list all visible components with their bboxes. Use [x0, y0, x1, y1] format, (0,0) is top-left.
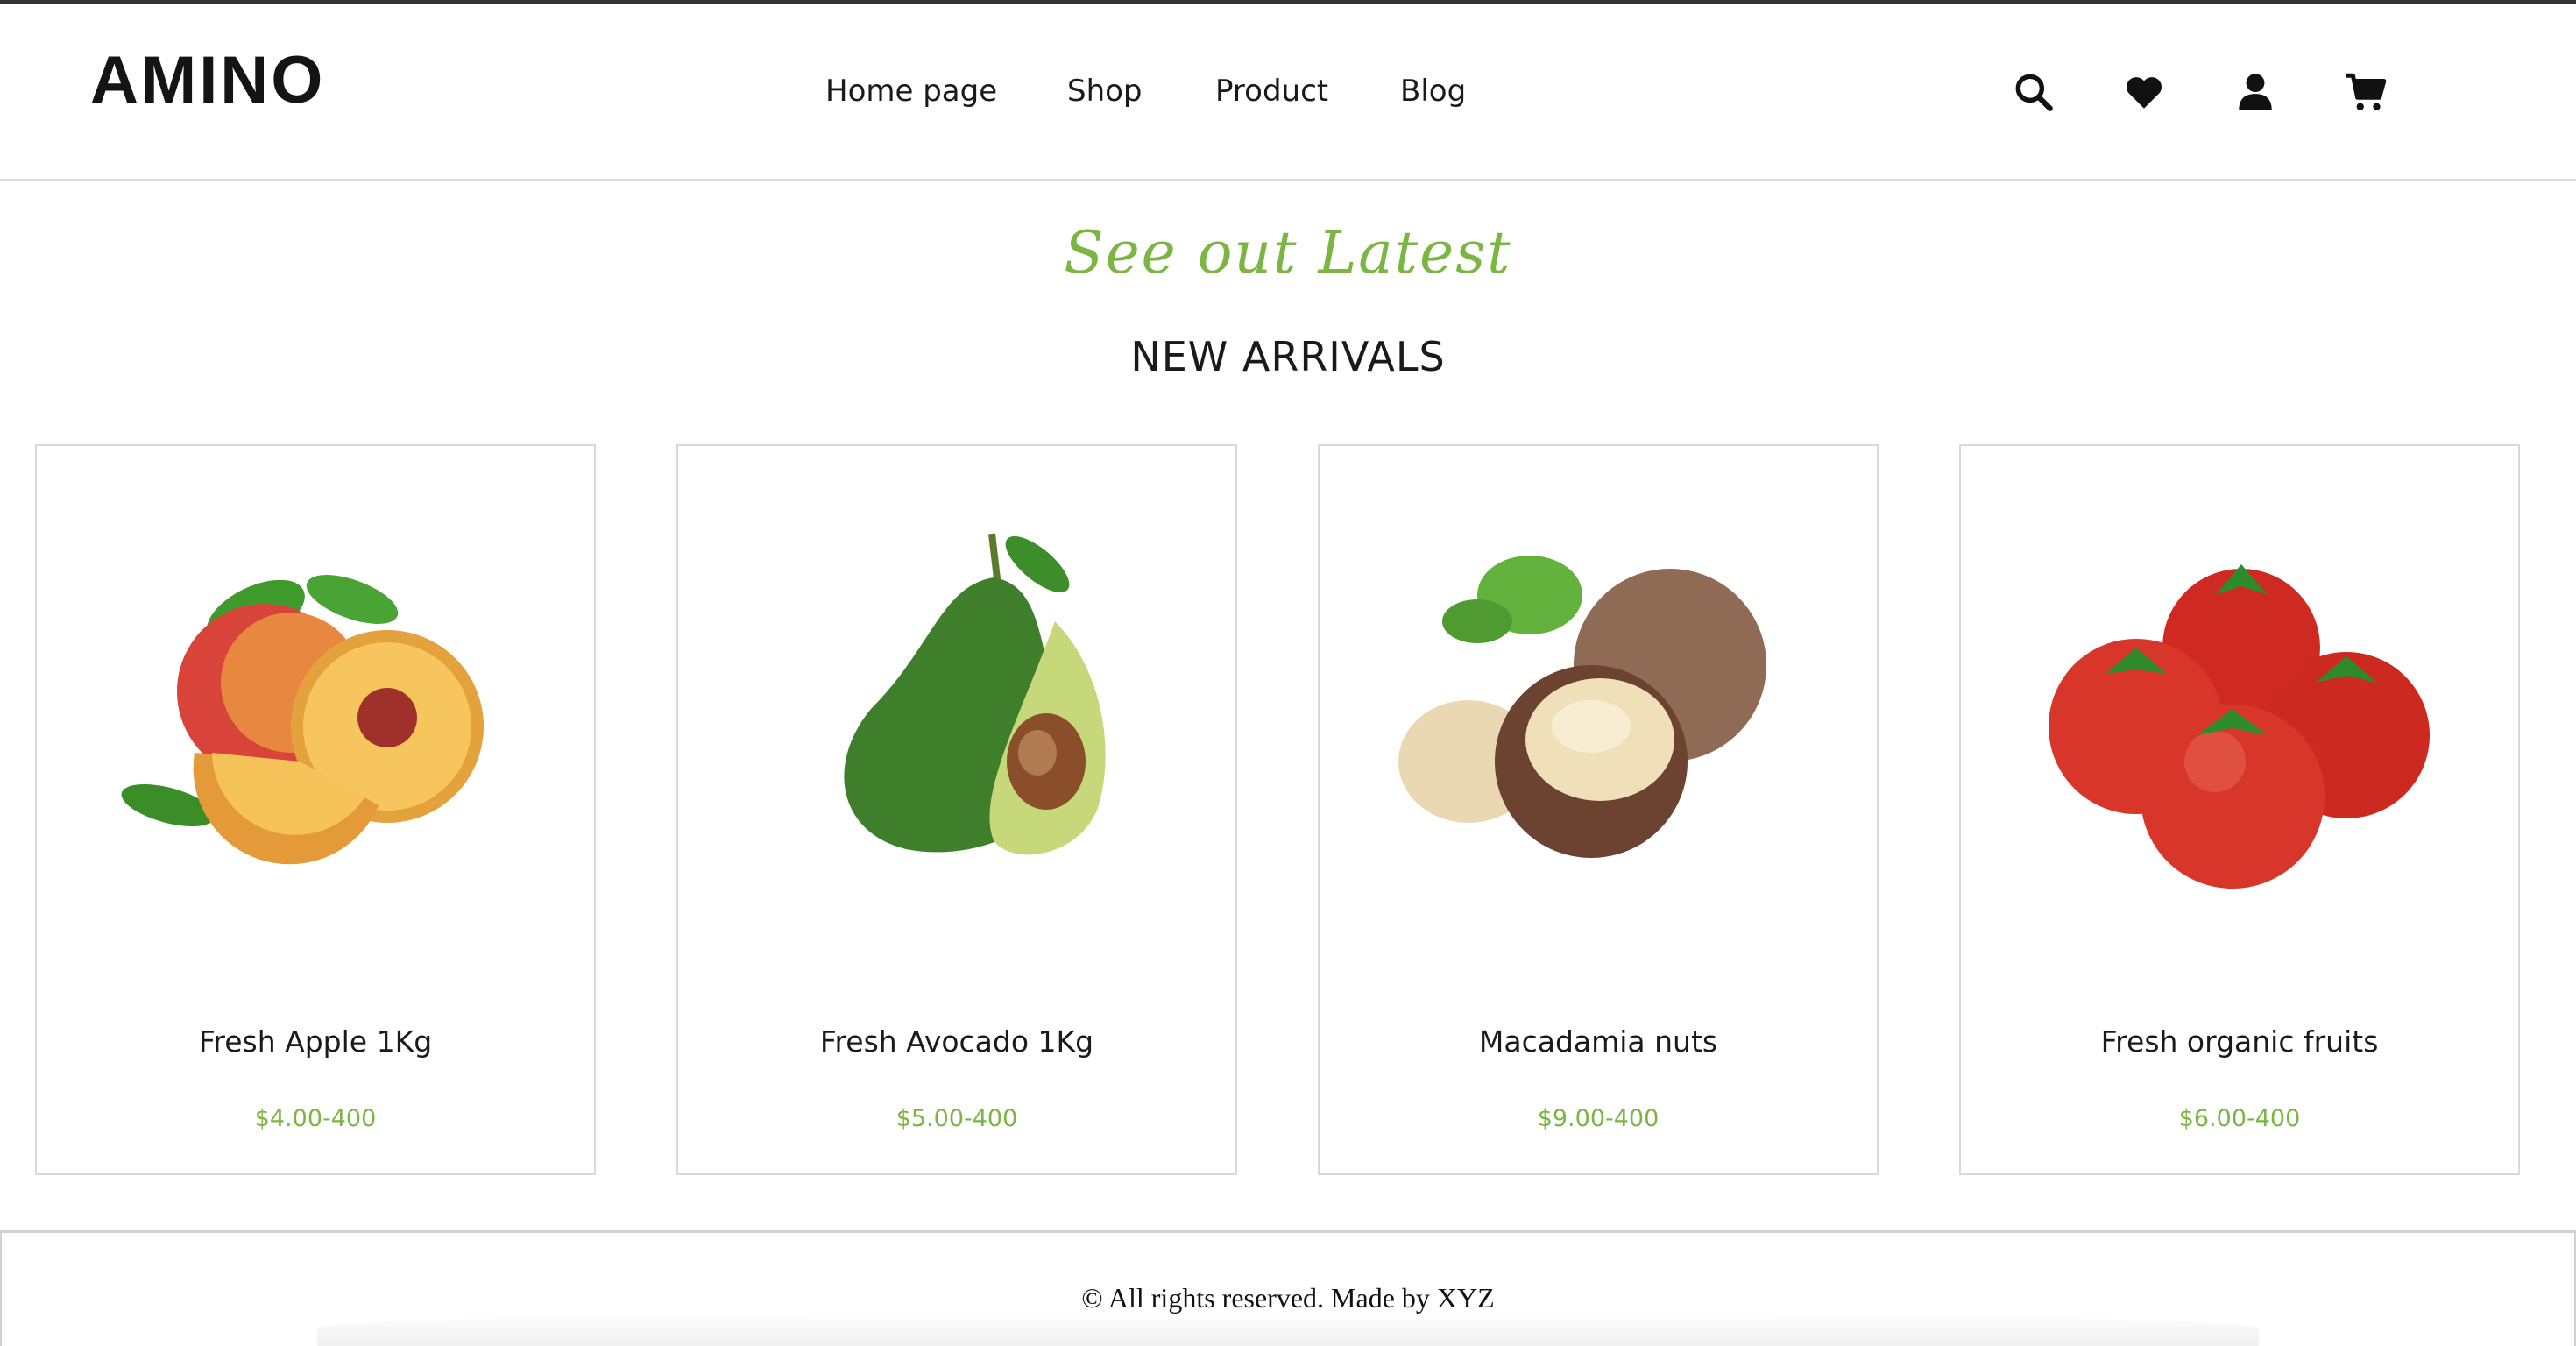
- product-price: $5.00-400: [895, 1105, 1018, 1132]
- section-script-heading: See out Latest: [1064, 219, 1512, 287]
- product-price: $6.00-400: [2178, 1105, 2301, 1132]
- search-icon[interactable]: [2012, 70, 2056, 114]
- nav-item-home[interactable]: Home page: [825, 74, 997, 109]
- main-nav: Home page Shop Product Blog: [0, 74, 2576, 126]
- avocado-image[interactable]: [731, 516, 1186, 893]
- product-price: $9.00-400: [1537, 1105, 1660, 1132]
- product-name[interactable]: Fresh Apple 1Kg: [37, 1024, 594, 1059]
- nav-item-product[interactable]: Product: [1215, 74, 1328, 109]
- product-price: $4.00-400: [254, 1105, 377, 1132]
- product-name[interactable]: Fresh organic fruits: [1961, 1024, 2518, 1059]
- site-footer: © All rights reserved. Made by XYZ: [0, 1230, 2576, 1346]
- product-card[interactable]: Fresh organic fruits $6.00-400: [1959, 444, 2520, 1175]
- footer-shadow: [317, 1311, 2259, 1346]
- product-name[interactable]: Macadamia nuts: [1320, 1024, 1877, 1059]
- site-header: AMINO Home page Shop Product Blog: [0, 4, 2576, 181]
- product-card[interactable]: Fresh Avocado 1Kg $5.00-400: [676, 444, 1237, 1175]
- section-heading: NEW ARRIVALS: [1130, 333, 1446, 380]
- product-card[interactable]: Macadamia nuts $9.00-400: [1318, 444, 1879, 1175]
- user-icon[interactable]: [2233, 70, 2277, 114]
- nav-item-blog[interactable]: Blog: [1400, 74, 1466, 109]
- footer-copyright: © All rights reserved. Made by XYZ: [1081, 1282, 1495, 1314]
- macadamia-image[interactable]: [1372, 516, 1828, 893]
- cart-icon[interactable]: [2344, 70, 2388, 114]
- tomatoes-image[interactable]: [2013, 516, 2469, 893]
- product-card[interactable]: Fresh Apple 1Kg $4.00-400: [35, 444, 596, 1175]
- heart-icon[interactable]: [2122, 70, 2166, 114]
- peach-image[interactable]: [89, 516, 545, 893]
- product-name[interactable]: Fresh Avocado 1Kg: [678, 1024, 1235, 1059]
- nav-item-shop[interactable]: Shop: [1067, 74, 1143, 109]
